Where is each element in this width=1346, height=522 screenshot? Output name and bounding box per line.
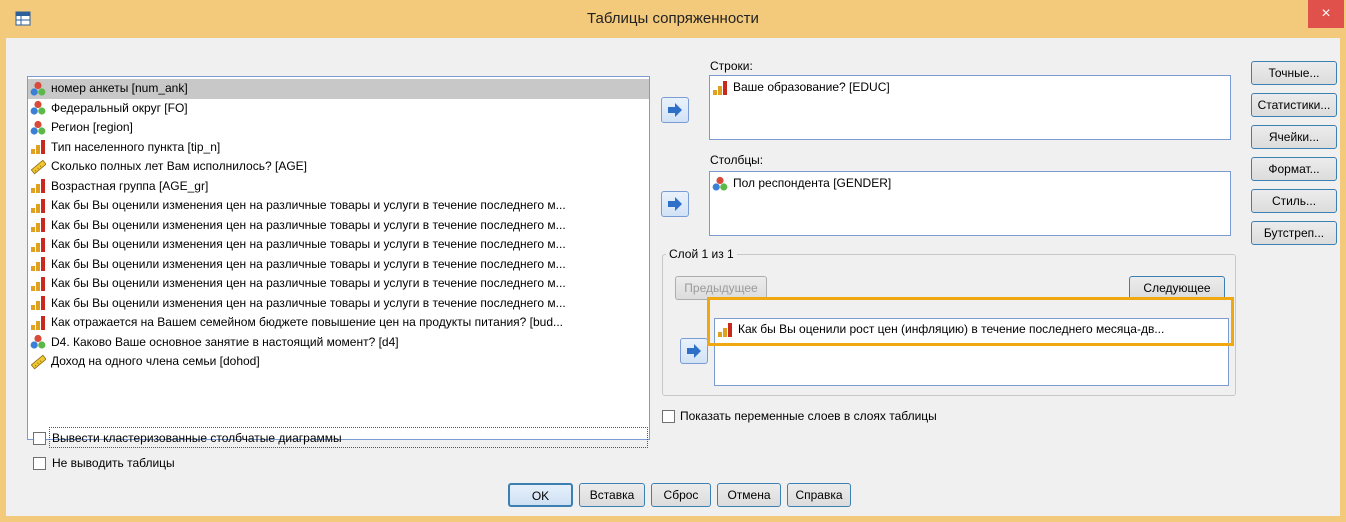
list-item[interactable]: Ваше образование? [EDUC] bbox=[710, 78, 1230, 98]
variable-label: Регион [region] bbox=[51, 120, 133, 135]
variable-label: Как бы Вы оценили изменения цен на разли… bbox=[51, 295, 566, 310]
help-button[interactable]: Справка bbox=[787, 483, 851, 507]
list-item[interactable]: Регион [region] bbox=[28, 118, 649, 138]
exact-button[interactable]: Точные... bbox=[1251, 61, 1337, 85]
variable-label: Тип населенного пункта [tip_n] bbox=[51, 139, 221, 154]
clustered-bars-checkbox[interactable] bbox=[33, 432, 46, 445]
arrow-right-icon bbox=[668, 197, 682, 211]
nominal-icon bbox=[30, 81, 48, 97]
list-item[interactable]: D4. Каково Ваше основное занятие в насто… bbox=[28, 333, 649, 353]
move-to-layer-button[interactable] bbox=[680, 338, 708, 364]
show-layer-vars-checkbox[interactable] bbox=[662, 410, 675, 423]
list-item[interactable]: Как бы Вы оценили изменения цен на разли… bbox=[28, 196, 649, 216]
list-item[interactable]: Федеральный округ [FO] bbox=[28, 99, 649, 119]
ordinal-icon bbox=[30, 276, 48, 292]
ordinal-icon bbox=[30, 237, 48, 253]
variable-label: Как бы Вы оценили изменения цен на разли… bbox=[51, 237, 566, 252]
style-button[interactable]: Стиль... bbox=[1251, 189, 1337, 213]
list-item[interactable]: Возрастная группа [AGE_gr] bbox=[28, 177, 649, 197]
scale-icon bbox=[30, 354, 48, 370]
variable-label: D4. Каково Ваше основное занятие в насто… bbox=[51, 334, 399, 349]
list-item[interactable]: Сколько полных лет Вам исполнилось? [AGE… bbox=[28, 157, 649, 177]
suppress-tables-label: Не выводить таблицы bbox=[52, 456, 175, 470]
ok-button[interactable]: OK bbox=[508, 483, 573, 507]
cells-button[interactable]: Ячейки... bbox=[1251, 125, 1337, 149]
variable-label: номер анкеты [num_ank] bbox=[51, 81, 188, 96]
nominal-icon bbox=[30, 120, 48, 136]
suppress-tables-checkbox[interactable] bbox=[33, 457, 46, 470]
list-item[interactable]: Как бы Вы оценили изменения цен на разли… bbox=[28, 255, 649, 275]
columns-list[interactable]: Пол респондента [GENDER] bbox=[709, 171, 1231, 236]
highlight-box bbox=[707, 297, 1234, 346]
ordinal-icon bbox=[30, 178, 48, 194]
variable-label: Как бы Вы оценили изменения цен на разли… bbox=[51, 276, 566, 291]
variable-label: Доход на одного члена семьи [dohod] bbox=[51, 354, 260, 369]
source-variable-list[interactable]: номер анкеты [num_ank] Федеральный округ … bbox=[27, 76, 650, 440]
nominal-icon bbox=[712, 176, 730, 192]
arrow-right-icon bbox=[687, 344, 701, 358]
show-layer-vars-label: Показать переменные слоев в слоях таблиц… bbox=[680, 409, 937, 423]
statistics-button[interactable]: Статистики... bbox=[1251, 93, 1337, 117]
list-item[interactable]: номер анкеты [num_ank] bbox=[28, 79, 649, 99]
title-bar: Таблицы сопряженности × bbox=[0, 0, 1346, 38]
list-item[interactable]: Как бы Вы оценили изменения цен на разли… bbox=[28, 235, 649, 255]
list-item[interactable]: Как бы Вы оценили изменения цен на разли… bbox=[28, 274, 649, 294]
layer-group-label: Слой 1 из 1 bbox=[666, 247, 737, 261]
clustered-bars-label: Вывести кластеризованные столбчатые диаг… bbox=[52, 431, 342, 445]
list-item[interactable]: Доход на одного члена семьи [dohod] bbox=[28, 352, 649, 372]
variable-label: Как бы Вы оценили изменения цен на разли… bbox=[51, 198, 566, 213]
variable-label: Как бы Вы оценили изменения цен на разли… bbox=[51, 256, 566, 271]
format-button[interactable]: Формат... bbox=[1251, 157, 1337, 181]
arrow-right-icon bbox=[668, 103, 682, 117]
ordinal-icon bbox=[712, 80, 730, 96]
dialog-body: номер анкеты [num_ank] Федеральный округ … bbox=[6, 38, 1340, 516]
columns-item-label: Пол респондента [GENDER] bbox=[733, 176, 892, 191]
window-title: Таблицы сопряженности bbox=[587, 10, 759, 27]
columns-label: Столбцы: bbox=[710, 153, 764, 167]
scale-icon bbox=[30, 159, 48, 175]
nominal-icon bbox=[30, 100, 48, 116]
variable-label: Федеральный округ [FO] bbox=[51, 100, 188, 115]
list-item[interactable]: Тип населенного пункта [tip_n] bbox=[28, 138, 649, 158]
variable-label: Как бы Вы оценили изменения цен на разли… bbox=[51, 217, 566, 232]
paste-button[interactable]: Вставка bbox=[579, 483, 645, 507]
bootstrap-button[interactable]: Бутстреп... bbox=[1251, 221, 1337, 245]
ordinal-icon bbox=[30, 139, 48, 155]
ordinal-icon bbox=[30, 295, 48, 311]
move-to-columns-button[interactable] bbox=[661, 191, 689, 217]
ordinal-icon bbox=[30, 256, 48, 272]
rows-label: Строки: bbox=[710, 59, 753, 73]
ordinal-icon bbox=[30, 217, 48, 233]
rows-list[interactable]: Ваше образование? [EDUC] bbox=[709, 75, 1231, 140]
move-to-rows-button[interactable] bbox=[661, 97, 689, 123]
list-item[interactable]: Как бы Вы оценили изменения цен на разли… bbox=[28, 294, 649, 314]
variable-label: Сколько полных лет Вам исполнилось? [AGE… bbox=[51, 159, 307, 174]
cancel-button[interactable]: Отмена bbox=[717, 483, 781, 507]
nominal-icon bbox=[30, 334, 48, 350]
list-item[interactable]: Как отражается на Вашем семейном бюджете… bbox=[28, 313, 649, 333]
variable-label: Возрастная группа [AGE_gr] bbox=[51, 178, 209, 193]
list-item[interactable]: Пол респондента [GENDER] bbox=[710, 174, 1230, 194]
reset-button[interactable]: Сброс bbox=[651, 483, 711, 507]
rows-item-label: Ваше образование? [EDUC] bbox=[733, 80, 890, 95]
variable-label: Как отражается на Вашем семейном бюджете… bbox=[51, 315, 564, 330]
close-button[interactable]: × bbox=[1308, 0, 1344, 28]
list-item[interactable]: Как бы Вы оценили изменения цен на разли… bbox=[28, 216, 649, 236]
ordinal-icon bbox=[30, 315, 48, 331]
ordinal-icon bbox=[30, 198, 48, 214]
